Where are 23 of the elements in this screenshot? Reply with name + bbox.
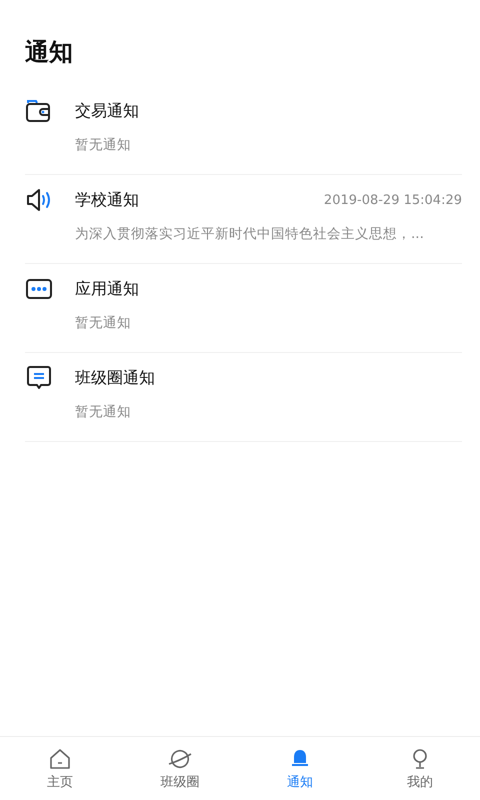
nav-tab[interactable]: 我的: [360, 737, 480, 800]
notification-summary: 暂无通知: [75, 136, 132, 154]
notification-title: 学校通知: [75, 190, 139, 210]
notification-title: 班级圈通知: [75, 368, 155, 388]
speaker-icon: [25, 187, 53, 213]
notification-time: 2019-08-29 15:04:29: [324, 192, 462, 208]
home-icon: [48, 746, 72, 770]
nav-tab[interactable]: 通知: [240, 737, 360, 800]
nav-tab[interactable]: 班级圈: [120, 737, 240, 800]
notification-item[interactable]: 交易通知 暂无通知: [25, 86, 462, 175]
notification-item[interactable]: 班级圈通知 暂无通知: [25, 353, 462, 442]
notification-summary: 为深入贯彻落实习近平新时代中国特色社会主义思想，...: [75, 225, 425, 243]
notification-title: 应用通知: [75, 278, 139, 300]
notification-summary: 暂无通知: [75, 403, 132, 421]
page-title: 通知: [24, 37, 74, 68]
notification-item[interactable]: 应用通知 暂无通知: [25, 264, 462, 353]
wallet-icon: [25, 98, 51, 124]
nav-tab[interactable]: 主页: [0, 737, 120, 800]
message-icon: [25, 364, 53, 392]
more-dots-icon: [25, 277, 53, 301]
notification-summary: 暂无通知: [75, 314, 132, 332]
notification-item[interactable]: 学校通知 2019-08-29 15:04:29 为深入贯彻落实习近平新时代中国特色社会主义思想，...: [25, 175, 462, 264]
notification-title: 交易通知: [75, 100, 139, 122]
